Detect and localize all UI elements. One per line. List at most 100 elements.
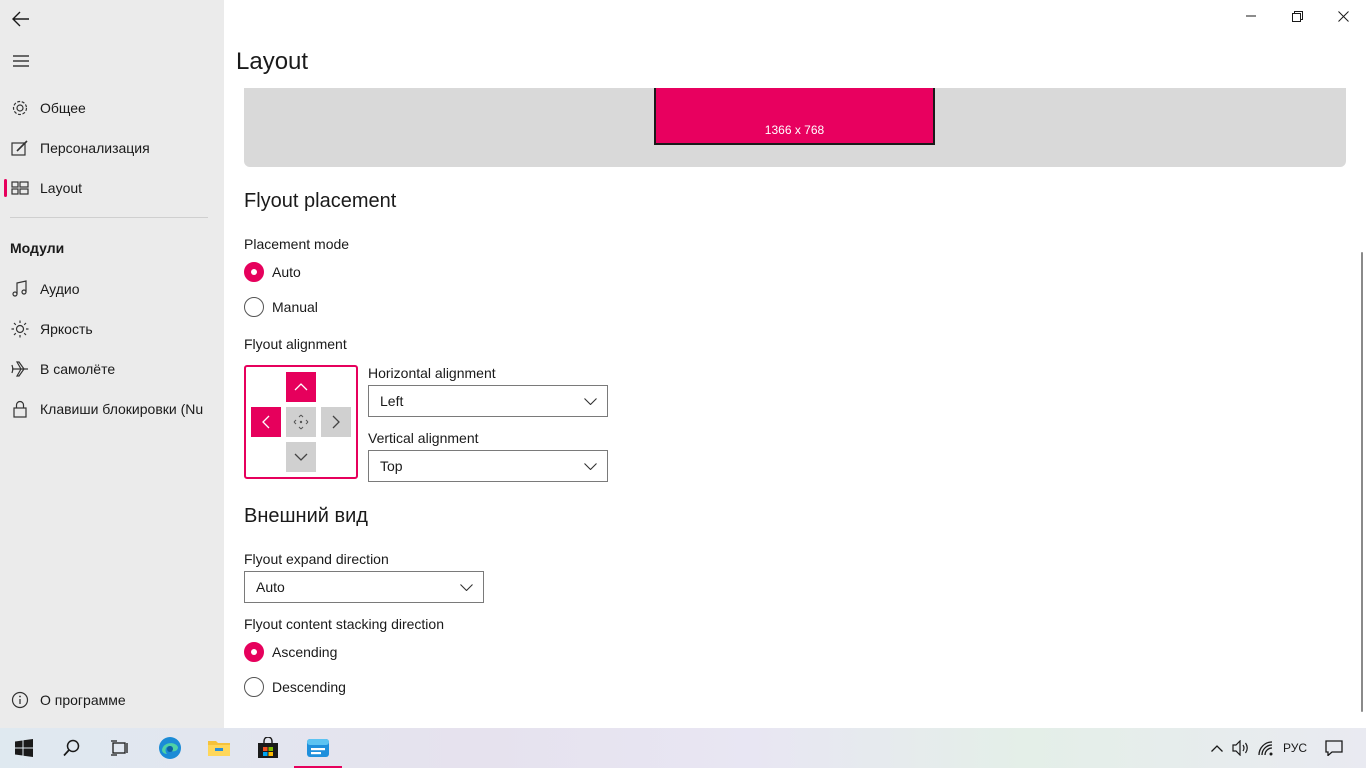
sidebar-item-label: Общее bbox=[40, 100, 86, 116]
align-center-button[interactable] bbox=[286, 407, 316, 437]
sidebar: Общее Персонализация Layout Модули Аудио… bbox=[0, 0, 224, 728]
sidebar-item-airplane[interactable]: В самолёте bbox=[0, 351, 224, 387]
minimize-button[interactable] bbox=[1228, 0, 1274, 32]
chevron-down-icon bbox=[584, 462, 597, 470]
modules-section-title: Модули bbox=[10, 240, 65, 256]
close-button[interactable] bbox=[1320, 0, 1366, 32]
screen-resolution-label: 1366 x 768 bbox=[764, 123, 825, 137]
back-arrow-icon bbox=[12, 11, 29, 27]
sidebar-item-general[interactable]: Общее bbox=[0, 90, 224, 126]
task-view-button[interactable] bbox=[96, 728, 144, 768]
airplane-icon bbox=[10, 359, 30, 379]
volume-icon bbox=[1232, 740, 1248, 756]
placement-mode-label: Placement mode bbox=[244, 236, 350, 252]
layout-icon bbox=[10, 178, 30, 198]
select-value: Auto bbox=[256, 579, 285, 595]
vertical-scrollbar[interactable] bbox=[1361, 252, 1363, 712]
radio-checked-indicator bbox=[244, 642, 264, 662]
radio-label: Auto bbox=[272, 264, 301, 280]
radio-label: Ascending bbox=[272, 644, 338, 660]
close-icon bbox=[1337, 10, 1349, 22]
vertical-alignment-select[interactable]: Top bbox=[368, 450, 608, 482]
volume-tray-button[interactable] bbox=[1229, 728, 1253, 768]
language-indicator[interactable]: РУС bbox=[1280, 728, 1310, 768]
restore-button[interactable] bbox=[1274, 0, 1320, 32]
start-button[interactable] bbox=[0, 728, 48, 768]
flyout-app-icon bbox=[307, 739, 329, 757]
sidebar-item-audio[interactable]: Аудио bbox=[0, 271, 224, 307]
flyout-placement-title: Flyout placement bbox=[244, 190, 397, 212]
stacking-ascending-radio[interactable]: Ascending bbox=[244, 641, 337, 663]
show-hidden-icons-button[interactable] bbox=[1205, 728, 1229, 768]
edge-app-button[interactable] bbox=[146, 728, 194, 768]
stacking-direction-label: Flyout content stacking direction bbox=[244, 616, 444, 632]
file-explorer-icon bbox=[208, 741, 230, 756]
lock-icon bbox=[10, 399, 30, 419]
wifi-icon bbox=[1258, 741, 1273, 756]
brightness-icon bbox=[10, 319, 30, 339]
chevron-left-icon bbox=[262, 415, 270, 429]
sidebar-item-label: Клавиши блокировки (Nu bbox=[40, 401, 204, 417]
align-bottom-button[interactable] bbox=[286, 442, 316, 472]
sidebar-item-label: Layout bbox=[40, 180, 83, 196]
flyout-app-button[interactable] bbox=[294, 728, 342, 768]
align-top-button[interactable] bbox=[286, 372, 316, 402]
store-app-button[interactable] bbox=[244, 728, 292, 768]
search-icon bbox=[63, 739, 80, 757]
stacking-descending-radio[interactable]: Descending bbox=[244, 676, 346, 698]
chevron-down-icon bbox=[294, 453, 308, 461]
placement-auto-radio[interactable]: Auto bbox=[244, 261, 301, 283]
placement-manual-radio[interactable]: Manual bbox=[244, 296, 318, 318]
expand-direction-select[interactable]: Auto bbox=[244, 571, 484, 603]
music-icon bbox=[10, 279, 30, 299]
horizontal-alignment-select[interactable]: Left bbox=[368, 385, 608, 417]
chevron-up-icon bbox=[294, 383, 308, 391]
align-left-button[interactable] bbox=[251, 407, 281, 437]
vertical-alignment-label: Vertical alignment bbox=[368, 430, 479, 446]
file-explorer-button[interactable] bbox=[195, 728, 243, 768]
network-tray-button[interactable] bbox=[1254, 728, 1278, 768]
sidebar-item-label: О программе bbox=[40, 692, 126, 708]
start-icon bbox=[15, 739, 33, 757]
select-value: Top bbox=[380, 458, 403, 474]
sidebar-item-personalization[interactable]: Персонализация bbox=[0, 130, 224, 166]
page-title: Layout bbox=[236, 48, 309, 75]
info-icon bbox=[10, 690, 30, 710]
sidebar-item-about[interactable]: О программе bbox=[0, 682, 224, 718]
sidebar-item-layout[interactable]: Layout bbox=[0, 170, 224, 206]
minimize-icon bbox=[1246, 15, 1256, 17]
gear-icon bbox=[10, 98, 30, 118]
hamburger-icon bbox=[13, 55, 29, 67]
chevron-right-icon bbox=[332, 415, 340, 429]
taskbar-search-button[interactable] bbox=[48, 728, 96, 768]
center-move-icon bbox=[293, 414, 309, 430]
radio-checked-indicator bbox=[244, 262, 264, 282]
store-icon bbox=[258, 737, 278, 758]
sidebar-item-label: Персонализация bbox=[40, 140, 150, 156]
display-preview: 1366 x 768 bbox=[244, 88, 1346, 167]
align-right-button[interactable] bbox=[321, 407, 351, 437]
sidebar-item-label: Яркость bbox=[40, 321, 93, 337]
back-button[interactable] bbox=[8, 6, 34, 32]
hamburger-menu-button[interactable] bbox=[8, 48, 34, 74]
chevron-up-icon bbox=[1211, 744, 1223, 752]
chevron-down-icon bbox=[584, 397, 597, 405]
sidebar-item-label: В самолёте bbox=[40, 361, 116, 377]
restore-icon bbox=[1291, 10, 1303, 22]
edge-icon bbox=[159, 737, 181, 759]
horizontal-alignment-label: Horizontal alignment bbox=[368, 365, 496, 381]
flyout-alignment-label: Flyout alignment bbox=[244, 336, 347, 352]
radio-indicator bbox=[244, 677, 264, 697]
notification-icon bbox=[1325, 740, 1343, 756]
chevron-down-icon bbox=[460, 583, 473, 591]
select-value: Left bbox=[380, 393, 404, 409]
task-view-icon bbox=[111, 740, 128, 756]
radio-label: Descending bbox=[272, 679, 346, 695]
sidebar-divider bbox=[10, 217, 208, 218]
sidebar-item-brightness[interactable]: Яркость bbox=[0, 311, 224, 347]
alignment-picker bbox=[244, 365, 358, 479]
sidebar-item-lock-keys[interactable]: Клавиши блокировки (Nu bbox=[0, 391, 224, 427]
screen-preview: 1366 x 768 bbox=[654, 88, 935, 145]
action-center-button[interactable] bbox=[1320, 728, 1348, 768]
radio-indicator bbox=[244, 297, 264, 317]
